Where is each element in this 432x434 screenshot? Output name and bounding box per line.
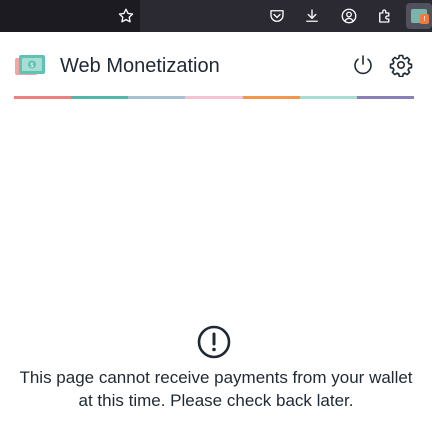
- web-monetization-logo-icon: $: [14, 54, 46, 78]
- web-monetization-extension-icon[interactable]: !: [406, 3, 432, 29]
- stripe-segment: [185, 96, 243, 99]
- stripe-segment: [356, 96, 414, 99]
- pocket-icon[interactable]: [267, 6, 287, 26]
- account-icon[interactable]: [339, 6, 359, 26]
- notice-message: This page cannot receive payments from y…: [19, 368, 413, 410]
- stripe-segment: [14, 96, 72, 99]
- stripe-segment: [71, 96, 129, 99]
- power-icon: [354, 55, 372, 75]
- stripe-segment: [128, 96, 186, 99]
- brand-color-stripe: [14, 96, 414, 99]
- popup-header: $ Web Monetization: [0, 44, 432, 88]
- alert-circle-icon: [197, 325, 231, 359]
- browser-toolbar: !: [0, 0, 432, 32]
- settings-button[interactable]: [388, 52, 414, 78]
- power-button[interactable]: [350, 52, 376, 78]
- settings-icon: [389, 54, 413, 77]
- stripe-segment: [299, 96, 357, 99]
- extensions-icon[interactable]: [375, 6, 395, 26]
- download-icon[interactable]: [302, 6, 322, 26]
- star-icon[interactable]: [116, 6, 136, 26]
- extension-warning-badge: !: [420, 14, 429, 24]
- stripe-segment: [242, 96, 300, 99]
- popup-title: Web Monetization: [60, 55, 220, 77]
- svg-text:$: $: [30, 62, 34, 69]
